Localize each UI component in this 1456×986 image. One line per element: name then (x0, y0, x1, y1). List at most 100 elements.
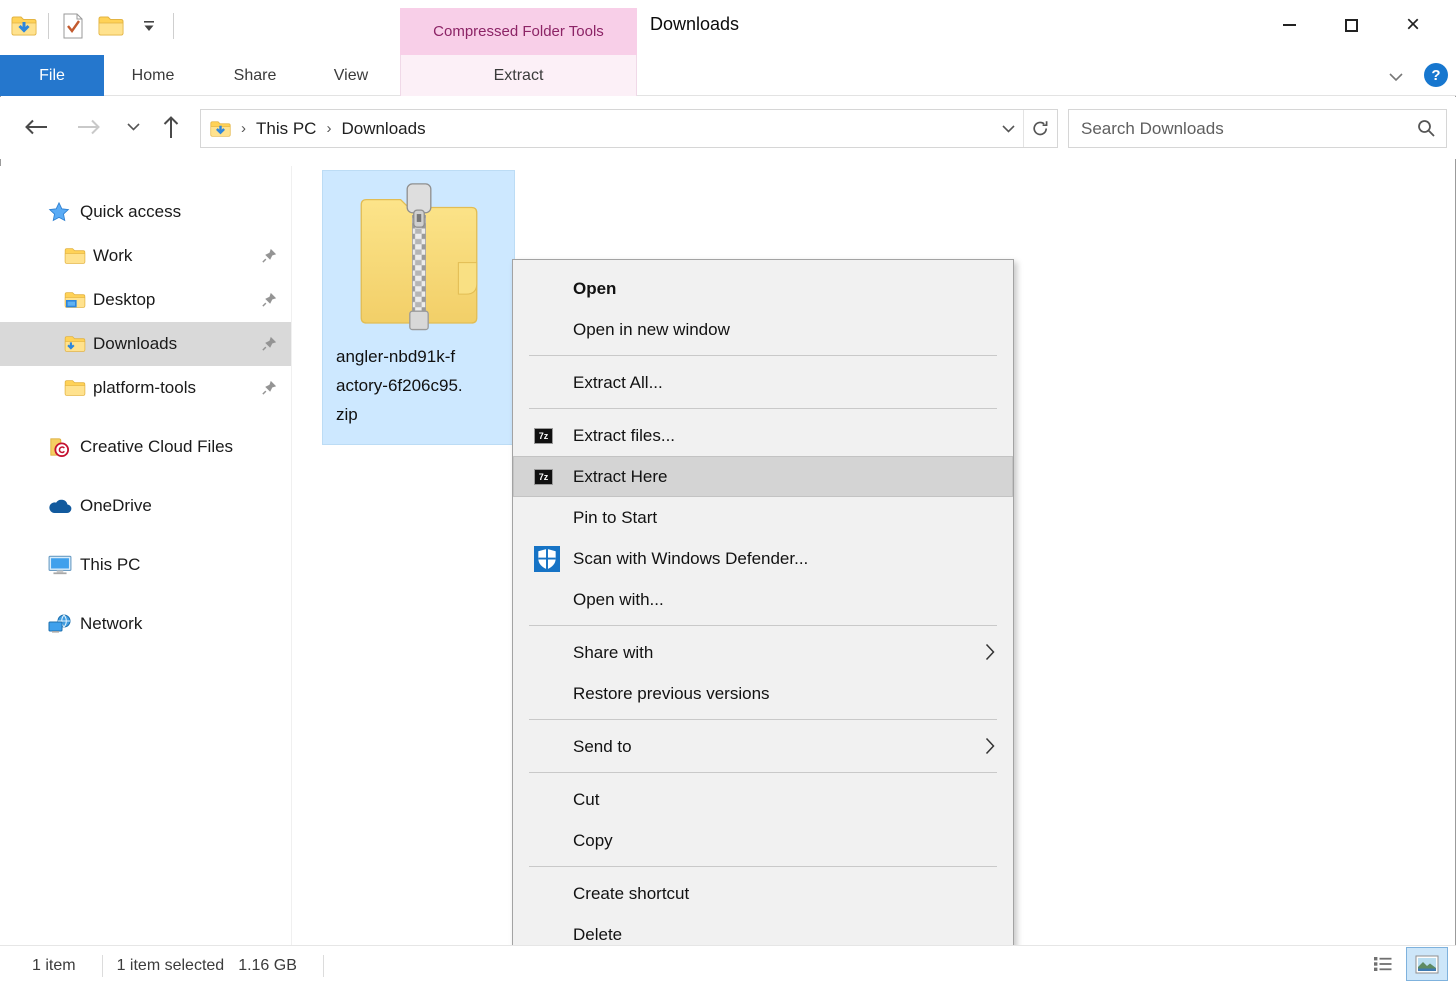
breadcrumb: › This PC › Downloads (201, 119, 426, 139)
network-icon (48, 614, 72, 634)
menu-item-pin-to-start[interactable]: Pin to Start (513, 497, 1013, 538)
close-icon: × (1406, 13, 1420, 37)
sidebar-item-downloads[interactable]: Downloads (0, 322, 291, 366)
chevron-down-icon (127, 123, 140, 131)
navigation-pane: Quick access Work Desktop Download (0, 166, 292, 945)
properties-check-icon[interactable] (59, 12, 87, 40)
folder-icon (64, 379, 86, 397)
up-button[interactable] (155, 111, 187, 143)
view-toggle-buttons (1366, 947, 1448, 981)
search-input[interactable] (1069, 110, 1446, 147)
ribbon-tab-row: File Home Share View Extract (0, 55, 1456, 96)
large-icons-view-button[interactable] (1406, 947, 1448, 981)
pin-icon (262, 380, 277, 400)
file-name: angler-nbd91k-f actory-6f206c95. zip (323, 339, 514, 429)
status-bar: 1 item 1 item selected 1.16 GB (0, 945, 1456, 986)
sidebar-item-label: Network (80, 614, 142, 634)
menu-item-create-shortcut[interactable]: Create shortcut (513, 873, 1013, 914)
breadcrumb-chevron-icon: › (241, 120, 246, 137)
contextual-tab-group-header: Compressed Folder Tools (400, 8, 637, 55)
sidebar-item-network[interactable]: Network (0, 602, 291, 646)
chevron-down-icon (1002, 125, 1015, 133)
menu-item-restore-previous-versions[interactable]: Restore previous versions (513, 673, 1013, 714)
tab-share[interactable]: Share (219, 55, 291, 96)
7zip-icon: 7z (534, 469, 553, 485)
minimize-button[interactable] (1258, 6, 1320, 44)
new-folder-icon[interactable] (97, 12, 125, 40)
address-dropdown-button[interactable] (993, 110, 1023, 147)
status-divider (102, 955, 103, 977)
submenu-chevron-icon (985, 737, 995, 760)
menu-item-extract-files[interactable]: 7z Extract files... (513, 415, 1013, 456)
downloads-folder-icon[interactable] (10, 12, 38, 40)
tab-view[interactable]: View (315, 55, 387, 96)
menu-item-scan-with-windows-defender[interactable]: Scan with Windows Defender... (513, 538, 1013, 579)
up-icon (163, 115, 179, 139)
menu-separator (529, 625, 997, 626)
7zip-icon: 7z (534, 428, 553, 444)
sidebar-item-work[interactable]: Work (0, 234, 291, 278)
sidebar-item-onedrive[interactable]: OneDrive (0, 484, 291, 528)
menu-item-open[interactable]: Open (513, 268, 1013, 309)
refresh-button[interactable] (1023, 110, 1057, 147)
minimize-icon (1283, 24, 1296, 26)
pin-icon (262, 248, 277, 268)
close-button[interactable]: × (1382, 6, 1444, 44)
file-item-zip[interactable]: angler-nbd91k-f actory-6f206c95. zip (322, 170, 515, 445)
status-divider (323, 955, 324, 977)
sidebar-item-platform-tools[interactable]: platform-tools (0, 366, 291, 410)
search-icon[interactable] (1416, 118, 1436, 143)
sidebar-item-this-pc[interactable]: This PC (0, 543, 291, 587)
help-button[interactable]: ? (1424, 63, 1448, 87)
toolbar-separator (48, 13, 49, 39)
menu-item-copy[interactable]: Copy (513, 820, 1013, 861)
menu-item-cut[interactable]: Cut (513, 779, 1013, 820)
sidebar-item-label: Downloads (93, 334, 177, 354)
zip-file-icon (356, 181, 482, 339)
sidebar-item-label: Creative Cloud Files (80, 437, 233, 457)
tab-home[interactable]: Home (117, 55, 189, 96)
windows-defender-icon (534, 546, 560, 572)
menu-separator (529, 866, 997, 867)
menu-item-extract-here[interactable]: 7z Extract Here (513, 456, 1013, 497)
forward-icon (77, 119, 101, 135)
menu-item-open-with[interactable]: Open with... (513, 579, 1013, 620)
details-view-button[interactable] (1366, 949, 1400, 979)
menu-item-extract-all[interactable]: Extract All... (513, 362, 1013, 403)
sidebar-item-quick-access[interactable]: Quick access (0, 190, 291, 234)
back-button[interactable] (20, 111, 52, 143)
ribbon-collapse-button[interactable] (1383, 64, 1409, 90)
menu-separator (529, 408, 997, 409)
breadcrumb-downloads[interactable]: Downloads (341, 119, 425, 139)
breadcrumb-chevron-icon: › (326, 120, 331, 137)
forward-button[interactable] (73, 111, 105, 143)
large-icons-view-icon (1415, 955, 1439, 974)
window-title: Downloads (650, 14, 739, 35)
file-explorer-window: Compressed Folder Tools Downloads × File… (0, 0, 1456, 986)
menu-item-share-with[interactable]: Share with (513, 632, 1013, 673)
help-icon: ? (1431, 67, 1440, 84)
caption-buttons: × (1258, 6, 1444, 44)
toolbar-separator (173, 13, 174, 39)
search-box (1068, 109, 1447, 148)
sidebar-item-label: Quick access (80, 202, 181, 222)
menu-item-send-to[interactable]: Send to (513, 726, 1013, 767)
customize-toolbar-dropdown-icon[interactable] (135, 12, 163, 40)
sidebar-item-label: OneDrive (80, 496, 152, 516)
sidebar-item-label: This PC (80, 555, 140, 575)
computer-icon (48, 555, 72, 575)
maximize-button[interactable] (1320, 6, 1382, 44)
onedrive-cloud-icon (48, 498, 72, 514)
folder-icon (64, 247, 86, 265)
tab-extract[interactable]: Extract (400, 55, 637, 96)
recent-locations-button[interactable] (117, 111, 149, 143)
tab-file[interactable]: File (0, 55, 104, 96)
sidebar-item-label: Work (93, 246, 132, 266)
status-item-count: 1 item (32, 957, 76, 975)
address-bar[interactable]: › This PC › Downloads (200, 109, 1058, 148)
menu-item-open-in-new-window[interactable]: Open in new window (513, 309, 1013, 350)
sidebar-item-creative-cloud-files[interactable]: Creative Cloud Files (0, 425, 291, 469)
breadcrumb-this-pc[interactable]: This PC (256, 119, 316, 139)
sidebar-item-desktop[interactable]: Desktop (0, 278, 291, 322)
navigation-bar: › This PC › Downloads (0, 97, 1456, 159)
